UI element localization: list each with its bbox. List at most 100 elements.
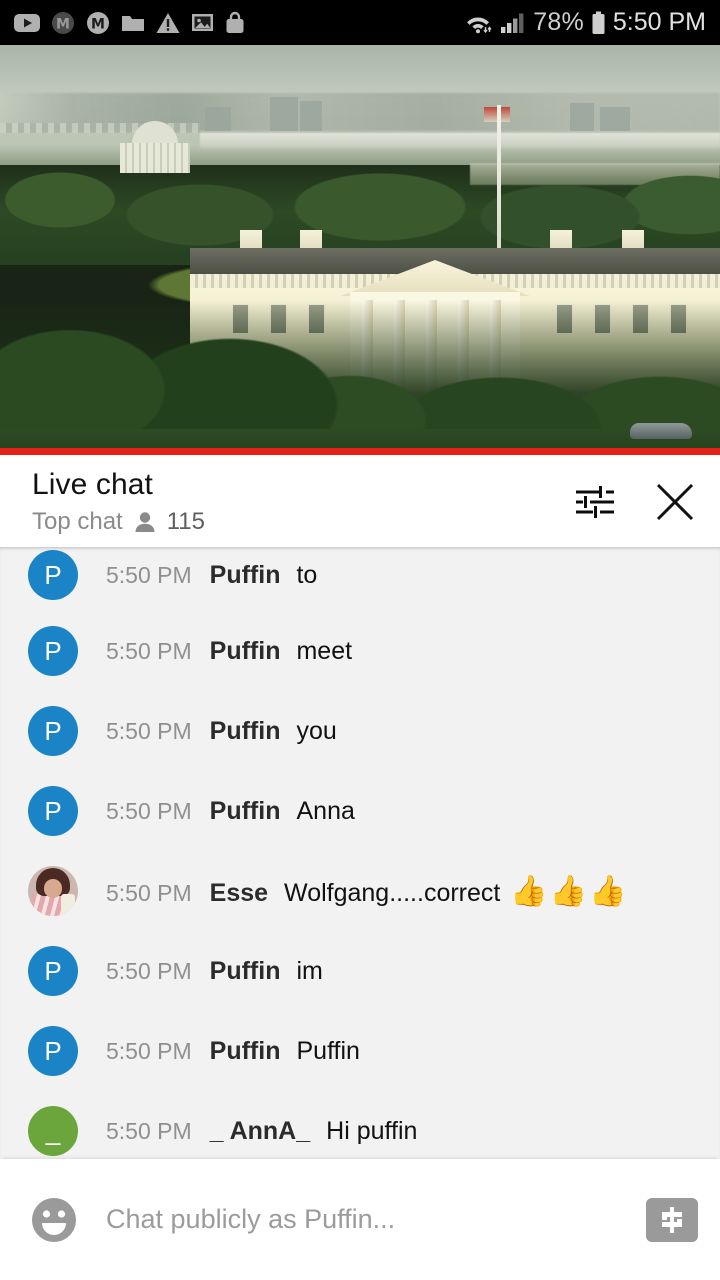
avatar-photo-object bbox=[61, 894, 75, 914]
chat-message-body: 5:50 PM Puffin to bbox=[106, 561, 317, 590]
message-author[interactable]: _ AnnA_ bbox=[210, 1117, 310, 1146]
chat-message-body: 5:50 PM _ AnnA_ Hi puffin bbox=[106, 1117, 417, 1146]
message-author[interactable]: Puffin bbox=[210, 797, 281, 826]
message-text: Anna bbox=[296, 796, 355, 825]
message-author[interactable]: Puffin bbox=[210, 561, 281, 590]
chat-message-row[interactable]: P 5:50 PM Puffin im bbox=[0, 931, 720, 1011]
message-timestamp: 5:50 PM bbox=[106, 561, 192, 588]
message-author[interactable]: Esse bbox=[210, 879, 268, 908]
avatar-initial: P bbox=[44, 635, 62, 666]
chat-mode-label[interactable]: Top chat bbox=[32, 508, 123, 536]
message-timestamp: 5:50 PM bbox=[106, 879, 192, 906]
youtube-icon bbox=[14, 13, 40, 32]
chat-message-row[interactable]: 5:50 PM Esse Wolfgang.....correct 👍👍👍 bbox=[0, 851, 720, 931]
status-bar: M M 78% 5:50 PM bbox=[0, 0, 720, 45]
chat-message-body: 5:50 PM Puffin Anna bbox=[106, 797, 355, 826]
person-icon bbox=[135, 512, 155, 533]
distant-building bbox=[205, 107, 231, 131]
chat-message-row[interactable]: _ 5:50 PM _ AnnA_ Hi puffin bbox=[0, 1091, 720, 1159]
chat-settings-button[interactable] bbox=[572, 479, 618, 525]
memorial-colonnade bbox=[120, 143, 190, 173]
avatar-initial: P bbox=[44, 559, 62, 590]
chat-message-row[interactable]: P 5:50 PM Puffin meet bbox=[0, 611, 720, 691]
folder-icon bbox=[122, 16, 144, 31]
chat-input[interactable] bbox=[106, 1204, 646, 1235]
avatar-initial: _ bbox=[45, 1115, 61, 1146]
close-chat-button[interactable] bbox=[652, 479, 698, 525]
message-timestamp: 5:50 PM bbox=[106, 717, 192, 744]
avatar[interactable]: P bbox=[28, 626, 78, 676]
chat-message-row[interactable]: P 5:50 PM Puffin Puffin bbox=[0, 1011, 720, 1091]
dollar-superchat-icon bbox=[662, 1206, 682, 1233]
distant-building bbox=[300, 101, 322, 131]
message-text: Puffin bbox=[296, 1036, 360, 1065]
avatar-initial: P bbox=[44, 1035, 62, 1066]
chat-message-body: 5:50 PM Puffin Puffin bbox=[106, 1037, 360, 1066]
video-progress-bar[interactable] bbox=[0, 448, 720, 455]
status-bar-notification-icons: M M bbox=[14, 11, 245, 35]
avatar[interactable]: P bbox=[28, 706, 78, 756]
viewer-count-label: 115 bbox=[166, 508, 205, 536]
m-badge-dark-icon: M bbox=[52, 11, 74, 34]
avatar-initial: P bbox=[44, 795, 62, 826]
tune-sliders-icon bbox=[576, 486, 614, 518]
cellular-signal-icon bbox=[501, 13, 524, 33]
avatar[interactable]: P bbox=[28, 786, 78, 836]
avatar-photo-face bbox=[44, 879, 62, 898]
message-text: meet bbox=[296, 636, 353, 665]
emoji-picker-button[interactable] bbox=[28, 1194, 80, 1246]
chat-message-row[interactable]: P 5:50 PM Puffin to bbox=[0, 547, 720, 611]
chat-header-subrow[interactable]: Top chat 115 bbox=[32, 508, 205, 536]
chat-message-row[interactable]: P 5:50 PM Puffin you bbox=[0, 691, 720, 771]
avatar-initial: P bbox=[44, 955, 62, 986]
wifi-icon bbox=[467, 17, 492, 33]
image-icon bbox=[192, 14, 213, 31]
message-author[interactable]: Puffin bbox=[210, 957, 281, 986]
distant-building bbox=[600, 107, 630, 131]
message-author[interactable]: Puffin bbox=[210, 717, 281, 746]
chat-message-body: 5:50 PM Puffin meet bbox=[106, 637, 352, 666]
message-timestamp: 5:50 PM bbox=[106, 957, 192, 984]
battery-icon bbox=[592, 11, 605, 34]
avatar[interactable] bbox=[28, 866, 78, 916]
message-text: Wolfgang.....correct bbox=[284, 878, 501, 907]
message-text: im bbox=[296, 956, 323, 985]
avatar-initial: P bbox=[44, 715, 62, 746]
page-title: Live chat bbox=[32, 468, 153, 501]
distant-building bbox=[570, 103, 594, 131]
message-timestamp: 5:50 PM bbox=[106, 637, 192, 664]
parked-car bbox=[630, 423, 692, 439]
message-timestamp: 5:50 PM bbox=[106, 797, 192, 824]
avatar[interactable]: P bbox=[28, 550, 78, 600]
chat-message-list[interactable]: P 5:50 PM Puffin to P 5:50 PM Puffin mee… bbox=[0, 547, 720, 1159]
message-author[interactable]: Puffin bbox=[210, 637, 281, 666]
warning-triangle-icon bbox=[156, 12, 180, 33]
message-text: you bbox=[296, 716, 337, 745]
chat-input-bar bbox=[0, 1159, 720, 1280]
live-chat-header: Live chat Top chat 115 bbox=[0, 455, 720, 547]
memorial-dome bbox=[132, 121, 178, 145]
chat-message-body: 5:50 PM Esse Wolfgang.....correct 👍👍👍 bbox=[106, 874, 628, 909]
battery-percent-label: 78% bbox=[533, 8, 584, 36]
close-x-icon bbox=[656, 483, 694, 521]
superchat-button[interactable] bbox=[646, 1197, 698, 1242]
chat-message-body: 5:50 PM Puffin im bbox=[106, 957, 323, 986]
message-author[interactable]: Puffin bbox=[210, 1037, 281, 1066]
video-player[interactable] bbox=[0, 45, 720, 455]
status-bar-system-icons: 78% 5:50 PM bbox=[463, 8, 706, 37]
svg-text:M: M bbox=[56, 16, 70, 32]
message-text: to bbox=[296, 560, 318, 589]
clock-label: 5:50 PM bbox=[612, 8, 706, 36]
emoji-smiley-icon bbox=[32, 1197, 76, 1242]
jefferson-memorial bbox=[118, 121, 192, 173]
chat-header-titles: Live chat Top chat 115 bbox=[32, 467, 205, 536]
m-badge-icon: M bbox=[87, 11, 109, 34]
chat-message-row[interactable]: P 5:50 PM Puffin Anna bbox=[0, 771, 720, 851]
avatar[interactable]: P bbox=[28, 1026, 78, 1076]
message-timestamp: 5:50 PM bbox=[106, 1037, 192, 1064]
message-timestamp: 5:50 PM bbox=[106, 1117, 192, 1144]
chat-message-body: 5:50 PM Puffin you bbox=[106, 717, 337, 746]
avatar[interactable]: _ bbox=[28, 1106, 78, 1156]
avatar[interactable]: P bbox=[28, 946, 78, 996]
video-progress-fill bbox=[0, 448, 720, 455]
